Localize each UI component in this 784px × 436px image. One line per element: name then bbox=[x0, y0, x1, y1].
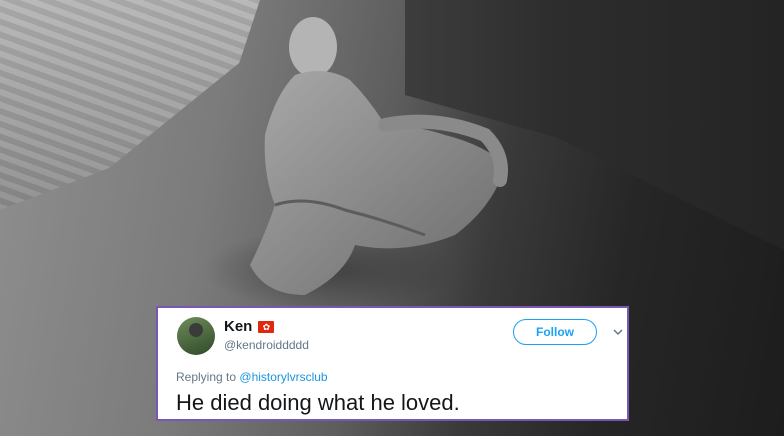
plaster-cast-figure-icon bbox=[250, 17, 508, 295]
reply-mention-link[interactable]: @historylvrsclub bbox=[239, 370, 327, 384]
stone-wall-left bbox=[0, 0, 260, 210]
name-row: Ken ✿ bbox=[224, 318, 275, 335]
follow-button[interactable]: Follow bbox=[513, 319, 597, 345]
tweet-card: Ken ✿ @kendroiddddd Follow Replying to @… bbox=[156, 306, 629, 421]
hong-kong-flag-icon: ✿ bbox=[258, 320, 275, 333]
avatar[interactable] bbox=[177, 317, 215, 355]
display-name[interactable]: Ken bbox=[224, 318, 252, 335]
chevron-down-icon[interactable] bbox=[612, 326, 624, 338]
user-handle[interactable]: @kendroiddddd bbox=[224, 338, 309, 352]
tweet-text: He died doing what he loved. bbox=[176, 390, 460, 415]
reply-prefix: Replying to bbox=[176, 370, 237, 384]
reply-context: Replying to @historylvrsclub bbox=[176, 370, 328, 384]
